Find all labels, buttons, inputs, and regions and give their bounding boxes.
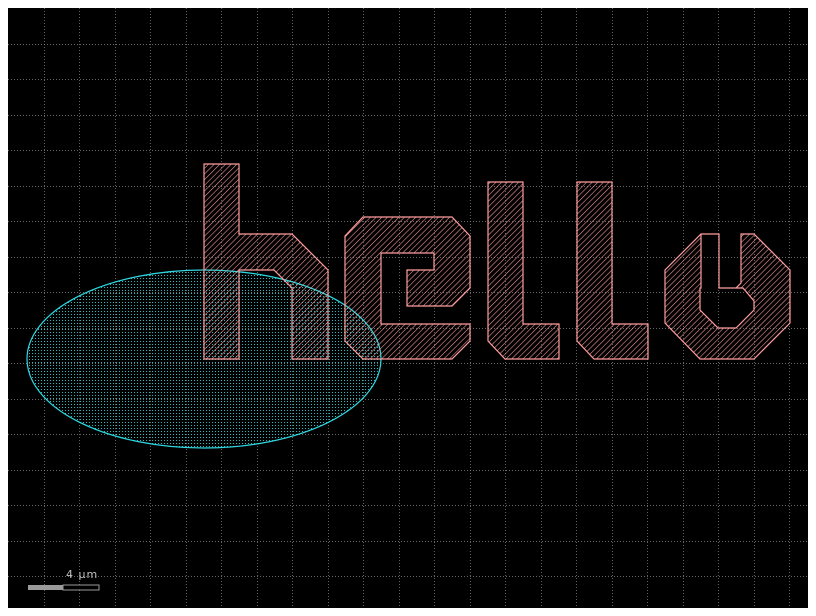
layout-viewport[interactable]: 4 µm	[8, 8, 808, 608]
letter-l-2[interactable]	[576, 181, 649, 360]
layout-canvas[interactable]	[8, 8, 808, 608]
letter-l-1[interactable]	[487, 181, 560, 360]
scale-bar	[28, 584, 100, 591]
scale-bar-label: 4 µm	[66, 568, 99, 581]
letter-o[interactable]	[664, 233, 791, 360]
text-hello[interactable]	[203, 163, 791, 360]
letter-e[interactable]	[344, 216, 471, 360]
